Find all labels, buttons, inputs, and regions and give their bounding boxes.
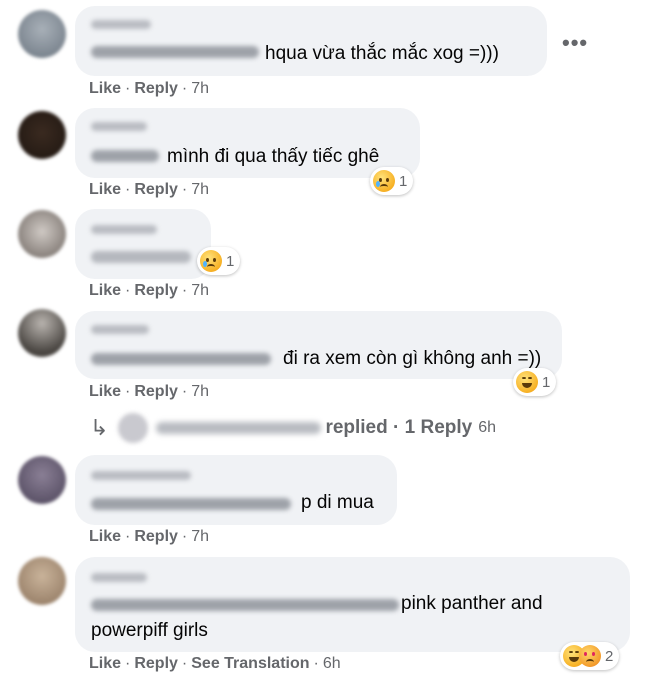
reply-button[interactable]: Reply: [134, 655, 178, 673]
reply-button[interactable]: Reply: [134, 80, 178, 98]
sad-emoji-icon: [200, 250, 222, 272]
sad-emoji-icon: [373, 170, 395, 192]
comment-bubble: [75, 209, 211, 279]
timestamp[interactable]: 7h: [191, 181, 209, 199]
reaction-badge[interactable]: 1: [513, 368, 557, 396]
see-translation-link[interactable]: See Translation: [191, 655, 309, 673]
reply-button[interactable]: Reply: [134, 282, 178, 300]
like-button[interactable]: Like: [89, 655, 121, 673]
comment-bubble: mình đi qua thấy tiếc ghê: [75, 108, 420, 178]
comment-text: mình đi qua thấy tiếc ghê: [167, 146, 380, 167]
comment-actions: Like · Reply · 7h: [89, 282, 210, 300]
reply-count: 1 Reply: [404, 417, 473, 438]
author-name[interactable]: [91, 325, 149, 334]
reaction-badge[interactable]: 1: [197, 247, 241, 275]
reaction-count: 2: [605, 647, 614, 665]
comment-actions: Like · Reply · See Translation · 6h: [89, 655, 341, 673]
comment-bubble: pink panther and powerpiff girls: [75, 557, 630, 652]
avatar[interactable]: [18, 309, 66, 357]
reply-avatar: [118, 413, 149, 443]
reaction-badge[interactable]: 2: [560, 642, 620, 670]
reply-button[interactable]: Reply: [134, 383, 178, 401]
author-name[interactable]: [91, 225, 157, 234]
timestamp[interactable]: 7h: [191, 383, 209, 401]
comment-bubble: p di mua: [75, 455, 397, 525]
mention-tag[interactable]: [91, 150, 159, 162]
mention-tag[interactable]: [91, 46, 259, 58]
comment-text: hqua vừa thắc mắc xog =))): [265, 43, 499, 64]
avatar[interactable]: [18, 111, 66, 159]
timestamp[interactable]: 7h: [191, 80, 209, 98]
comment-actions: Like · Reply · 7h: [89, 528, 210, 546]
like-button[interactable]: Like: [89, 181, 121, 199]
avatar[interactable]: [18, 456, 66, 504]
comment-bubble: hqua vừa thắc mắc xog =))): [75, 6, 547, 76]
comment-text: p di mua: [301, 492, 374, 513]
reaction-count: 1: [542, 373, 551, 391]
mention-tag[interactable]: [91, 498, 291, 510]
timestamp[interactable]: 7h: [191, 528, 209, 546]
like-button[interactable]: Like: [89, 383, 121, 401]
like-button[interactable]: Like: [89, 80, 121, 98]
reply-time: 6h: [478, 419, 497, 436]
reply-arrow-icon: ↳: [90, 415, 109, 440]
comment-actions: Like · Reply · 7h: [89, 80, 210, 98]
author-name[interactable]: [91, 122, 147, 131]
reaction-badge[interactable]: 1: [370, 167, 414, 195]
replied-label: replied: [325, 417, 388, 438]
comment-text-line-2: powerpiff girls: [91, 620, 208, 641]
author-subname[interactable]: [91, 251, 191, 263]
comment-actions: Like · Reply · 7h: [89, 383, 210, 401]
mention-tag[interactable]: [91, 353, 271, 365]
avatar[interactable]: [18, 210, 66, 258]
author-name[interactable]: [91, 573, 147, 582]
like-button[interactable]: Like: [89, 282, 121, 300]
comment-actions: Like · Reply · 7h: [89, 181, 210, 199]
comment-text-line-1: pink panther and: [401, 593, 543, 614]
reply-button[interactable]: Reply: [134, 181, 178, 199]
timestamp[interactable]: 6h: [323, 655, 341, 673]
reaction-count: 1: [399, 172, 408, 190]
haha-emoji-icon: [516, 371, 538, 393]
comment-bubble: đi ra xem còn gì không anh =)): [75, 311, 562, 379]
timestamp[interactable]: 7h: [191, 282, 209, 300]
mention-tag[interactable]: [91, 599, 399, 611]
heart-eyes-emoji-icon: [579, 645, 601, 667]
author-name[interactable]: [91, 471, 191, 480]
reply-author-name: [156, 422, 322, 434]
more-horizontal-icon[interactable]: •••: [562, 30, 588, 56]
avatar[interactable]: [18, 10, 66, 58]
reaction-count: 1: [226, 252, 235, 270]
avatar[interactable]: [18, 557, 66, 605]
like-button[interactable]: Like: [89, 528, 121, 546]
comment-text: đi ra xem còn gì không anh =)): [283, 348, 542, 369]
author-name[interactable]: [91, 20, 151, 29]
reply-button[interactable]: Reply: [134, 528, 178, 546]
view-replies-link[interactable]: ↳ replied · 1 Reply 6h: [90, 412, 496, 444]
